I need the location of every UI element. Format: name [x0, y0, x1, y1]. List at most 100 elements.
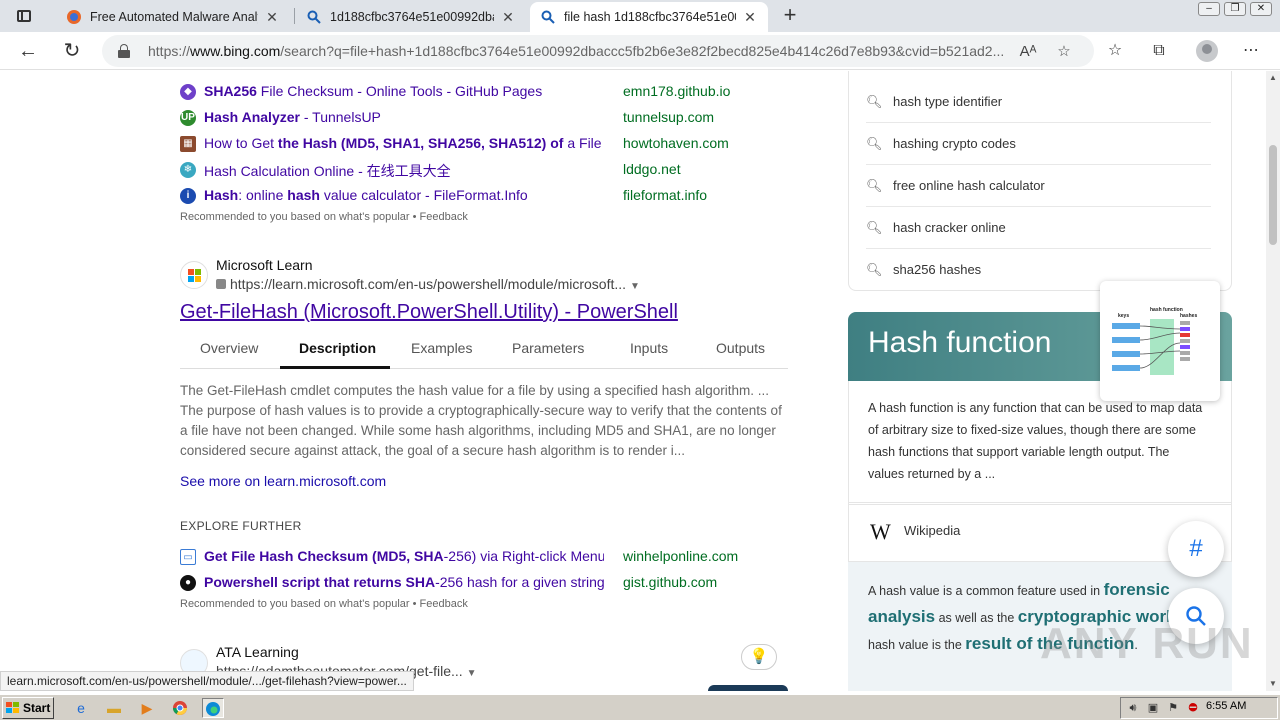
read-aloud-icon[interactable]: Aᴬ: [1018, 42, 1038, 62]
url-text[interactable]: https://www.bing.com/search?q=file+hash+…: [148, 43, 1010, 59]
info-icon: i: [180, 188, 196, 204]
result-domain: winhelponline.com: [623, 548, 739, 564]
address-bar[interactable]: https://www.bing.com/search?q=file+hash+…: [102, 35, 1094, 67]
ie-icon[interactable]: e: [70, 698, 92, 718]
tab-hash-search[interactable]: 1d188cfbc3764e51e00992dbacc ✕: [296, 2, 526, 32]
search-icon: [540, 9, 556, 25]
search-icon: 🔍︎: [866, 136, 883, 151]
result-tabs: Overview Description Examples Parameters…: [180, 335, 788, 369]
knowledge-panel-title[interactable]: Hash function: [868, 326, 1051, 360]
result-title[interactable]: Powershell script that returns SHA-256 h…: [204, 574, 604, 590]
result-row[interactable]: ◆ SHA256 File Checksum - Online Tools - …: [180, 81, 780, 103]
tab-parameters[interactable]: Parameters: [512, 340, 584, 356]
howtohaven-icon: ▦: [180, 136, 196, 152]
thumbnail-keys-label: keys: [1118, 313, 1129, 319]
more-menu-icon[interactable]: ⋯: [1240, 40, 1262, 62]
collections-icon[interactable]: ⧉: [1148, 40, 1170, 62]
title-rest: File Checksum - Online Tools - GitHub Pa…: [256, 83, 543, 99]
see-more-link[interactable]: See more on learn.microsoft.com: [180, 473, 386, 489]
search-icon: 🔍︎: [866, 262, 883, 277]
scroll-down-icon[interactable]: ▼: [1266, 677, 1280, 691]
related-search-text: hash type identifier: [893, 94, 1003, 109]
result-title[interactable]: Hash: online hash value calculator - Fil…: [204, 187, 604, 203]
chevron-down-icon[interactable]: ▼: [630, 281, 640, 292]
hash-fab-button[interactable]: #: [1168, 521, 1224, 577]
restore-button[interactable]: ❐: [1224, 2, 1246, 16]
search-icon: 🔍︎: [866, 178, 883, 193]
close-window-button[interactable]: ✕: [1250, 2, 1272, 16]
tab-overview[interactable]: Overview: [200, 340, 258, 356]
tab-description[interactable]: Description: [299, 340, 376, 356]
start-button[interactable]: Start: [2, 697, 54, 719]
related-search-text: sha256 hashes: [893, 262, 982, 277]
result-row[interactable]: UP Hash Analyzer - TunnelsUP tunnelsup.c…: [180, 107, 780, 129]
result-domain: fileformat.info: [623, 187, 708, 203]
scroll-up-icon[interactable]: ▲: [1266, 71, 1280, 85]
result-url-text: https://learn.microsoft.com/en-us/powers…: [230, 276, 627, 292]
scrollbar-thumb[interactable]: [1269, 145, 1277, 245]
result-title-link[interactable]: Get-FileHash (Microsoft.PowerShell.Utili…: [180, 301, 678, 324]
add-favorite-icon[interactable]: ☆: [1054, 42, 1074, 62]
close-icon[interactable]: ✕: [264, 9, 280, 26]
close-icon[interactable]: ✕: [742, 9, 758, 26]
refresh-button[interactable]: ↻: [60, 39, 84, 63]
related-search-item[interactable]: 🔍︎ free online hash calculator: [866, 165, 1211, 207]
related-search-item[interactable]: 🔍︎ hash cracker online: [866, 207, 1211, 249]
clock: 6:55 AM: [1206, 700, 1247, 712]
related-search-item[interactable]: 🔍︎ hashing crypto codes: [866, 123, 1211, 165]
edge-icon[interactable]: [202, 698, 224, 718]
minimize-button[interactable]: –: [1198, 2, 1220, 16]
result-image-strip: [708, 685, 788, 691]
result-row[interactable]: ▭ Get File Hash Checksum (MD5, SHA-256) …: [180, 546, 780, 568]
result-row[interactable]: ❄ Hash Calculation Online - 在线工具大全 lddgo…: [180, 159, 780, 181]
result-title[interactable]: Hash Analyzer - TunnelsUP: [204, 109, 604, 125]
url-scheme: https://: [148, 43, 191, 59]
lightbulb-icon[interactable]: 💡: [741, 644, 777, 670]
result-title[interactable]: Get File Hash Checksum (MD5, SHA-256) vi…: [204, 548, 604, 564]
vertical-scrollbar[interactable]: ▲ ▼: [1266, 71, 1280, 691]
back-button[interactable]: ←: [16, 39, 40, 63]
result-title[interactable]: SHA256 File Checksum - Online Tools - Gi…: [204, 83, 604, 99]
security-icon[interactable]: ⛔︎: [1185, 700, 1201, 716]
title-rest: - TunnelsUP: [299, 109, 381, 125]
title-bold: Hash Analyzer: [204, 109, 300, 125]
page-content: ◆ SHA256 File Checksum - Online Tools - …: [0, 71, 1266, 691]
folder-icon[interactable]: ▬: [103, 698, 125, 718]
tab-malware-analysis[interactable]: Free Automated Malware Analy ✕: [56, 2, 290, 32]
result-title[interactable]: How to Get the Hash (MD5, SHA1, SHA256, …: [204, 135, 604, 151]
recommendation-note[interactable]: Recommended to you based on what's popul…: [180, 211, 468, 223]
knowledge-panel-text: A hash function is any function that can…: [868, 401, 1203, 481]
profile-avatar[interactable]: [1196, 40, 1218, 62]
lddgo-icon: ❄: [180, 162, 196, 178]
tab-outputs[interactable]: Outputs: [716, 340, 765, 356]
result-row[interactable]: i Hash: online hash value calculator - F…: [180, 185, 780, 207]
chrome-icon[interactable]: [169, 698, 191, 718]
watermark-logo: ANY RUN: [1040, 619, 1254, 668]
close-icon[interactable]: ✕: [500, 9, 516, 26]
result-row[interactable]: ▦ How to Get the Hash (MD5, SHA1, SHA256…: [180, 133, 780, 155]
result-title[interactable]: Hash Calculation Online - 在线工具大全: [204, 161, 604, 181]
media-player-icon[interactable]: ▶: [136, 698, 158, 718]
fact-part: as well as the: [935, 611, 1018, 625]
wikipedia-source-label[interactable]: Wikipedia: [904, 523, 960, 538]
chevron-down-icon[interactable]: ▼: [467, 668, 477, 679]
favorites-icon[interactable]: ☆: [1104, 40, 1126, 62]
result-site-name: Microsoft Learn: [216, 257, 313, 273]
related-search-item[interactable]: 🔍︎ hash type identifier: [866, 81, 1211, 123]
tab-inputs[interactable]: Inputs: [630, 340, 668, 356]
recommendation-note[interactable]: Recommended to you based on what's popul…: [180, 598, 468, 610]
tab-title: file hash 1d188cfbc3764e51e009: [564, 10, 736, 24]
tab-file-hash-search[interactable]: file hash 1d188cfbc3764e51e009 ✕: [530, 2, 768, 32]
start-label: Start: [23, 701, 51, 715]
notification-icon[interactable]: ⚑: [1165, 700, 1181, 716]
tab-actions-button[interactable]: [10, 5, 38, 27]
search-icon: 🔍︎: [866, 220, 883, 235]
title-rest: a File ...: [567, 135, 604, 151]
volume-icon[interactable]: 🔊︎: [1125, 700, 1141, 716]
tab-examples[interactable]: Examples: [411, 340, 472, 356]
new-tab-button[interactable]: +: [778, 4, 802, 28]
result-row[interactable]: ● Powershell script that returns SHA-256…: [180, 572, 780, 594]
result-url[interactable]: https://learn.microsoft.com/en-us/powers…: [216, 276, 640, 292]
network-icon[interactable]: ▣: [1145, 700, 1161, 716]
lock-icon: [118, 44, 130, 58]
